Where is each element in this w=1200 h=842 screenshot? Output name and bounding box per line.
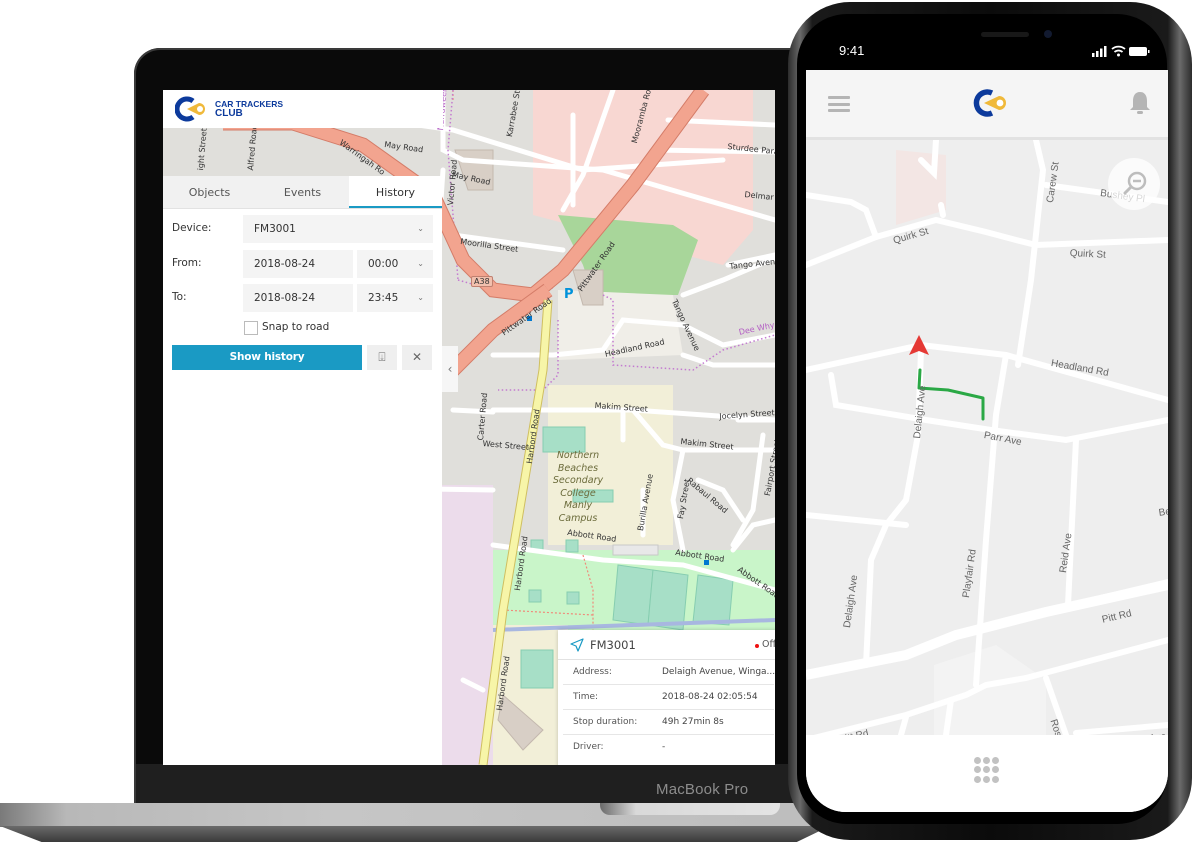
laptop-screen: A38 P Poplar Lane Warringah Ro May Road …: [163, 90, 775, 765]
info-value: -: [662, 742, 666, 752]
bell-icon[interactable]: [1128, 90, 1152, 116]
info-key: Driver:: [573, 742, 604, 752]
status-badge: Off: [762, 639, 775, 650]
app-header: CAR TRACKERS CLUB: [163, 90, 443, 128]
device-value: FM3001: [254, 223, 296, 235]
status-dot: [755, 644, 759, 648]
to-time-value: 23:45: [368, 292, 399, 304]
tab-history[interactable]: History: [349, 176, 442, 208]
to-time-select[interactable]: 23:45 ⌄: [357, 284, 433, 312]
from-row: From: 2018-08-24 00:00 ⌄: [163, 250, 442, 278]
tab-events[interactable]: Events: [256, 176, 349, 208]
info-row-driver: Driver: -: [563, 735, 774, 760]
info-key: Time:: [573, 692, 599, 702]
info-row-time: Time: 2018-08-24 02:05:54: [563, 685, 774, 710]
app-logo-icon: [973, 89, 1006, 117]
device-mockup: MacBook Pro A38 P Warringah Ro May Road …: [0, 0, 1200, 842]
map-label: Quirk St: [1069, 248, 1107, 261]
laptop-lid-notch: [600, 803, 780, 815]
brand-name: CAR TRACKERS CLUB: [215, 99, 283, 119]
chevron-down-icon: ⌄: [417, 293, 424, 302]
sports-field: [520, 649, 554, 689]
info-value: 49h 27min 8s: [662, 717, 724, 727]
route-badge: A38: [471, 276, 493, 287]
school-label-line: Northern: [556, 450, 600, 461]
sports-field: [542, 426, 586, 453]
info-card-title: FM3001: [590, 638, 636, 652]
collapse-panel-button[interactable]: ‹: [442, 346, 458, 392]
info-row-address: Address: Delaigh Avenue, Winga...: [563, 660, 775, 685]
grid-icon[interactable]: [974, 757, 1000, 783]
from-time-value: 00:00: [368, 258, 399, 270]
laptop-brand-label: MacBook Pro: [656, 781, 749, 798]
school-label-line: Beaches: [557, 462, 599, 474]
signal-icon: [1092, 46, 1107, 57]
info-value: 2018-08-24 02:05:54: [662, 692, 758, 702]
sports-field: [692, 574, 734, 626]
phone-speaker: [981, 32, 1029, 37]
building: [612, 544, 659, 556]
clear-button[interactable]: ✕: [402, 345, 432, 370]
close-icon: ✕: [411, 350, 423, 364]
to-date-input[interactable]: 2018-08-24: [243, 284, 353, 312]
download-button[interactable]: ⍗: [367, 345, 397, 370]
sports-field: [647, 569, 689, 631]
from-label: From:: [172, 257, 202, 269]
from-time-select[interactable]: 00:00 ⌄: [357, 250, 433, 278]
sports-field: [528, 589, 542, 603]
chevron-left-icon: ‹: [447, 362, 453, 376]
navigation-icon: [570, 638, 584, 652]
info-key: Address:: [573, 667, 612, 677]
school-label-line: Secondary: [552, 475, 604, 486]
phone-screen: Quirk St Quirk St Carew St Bushey Pl Hea…: [806, 70, 1168, 812]
info-value: Delaigh Avenue, Winga...: [662, 667, 775, 677]
phone: 9:41 Quirk St Quirk St Carew St Headland…: [780, 0, 1200, 842]
sports-field: [612, 564, 654, 626]
battery-icon: [1129, 47, 1150, 56]
hamburger-icon[interactable]: [828, 96, 850, 112]
info-key: Stop duration:: [573, 717, 638, 727]
info-row-stop-duration: Stop duration: 49h 27min 8s: [563, 710, 774, 735]
laptop-foot: [0, 826, 830, 842]
device-row: Device: FM3001 ⌄: [163, 215, 442, 243]
wifi-dot: [1117, 53, 1120, 57]
snap-to-road-label[interactable]: Snap to road: [262, 321, 329, 333]
brand-name-line2: CLUB: [215, 108, 243, 119]
chevron-down-icon: ⌄: [417, 259, 424, 268]
zoom-out-icon: [1123, 171, 1147, 195]
school-label-line: Manly Campus: [558, 500, 598, 524]
to-label: To:: [172, 291, 187, 303]
zoom-out-button[interactable]: [1108, 158, 1160, 210]
school-label: Northern Beaches Secondary College Manly…: [543, 450, 613, 525]
snap-to-road-checkbox[interactable]: [244, 321, 258, 335]
chevron-down-icon: ⌄: [417, 224, 424, 233]
tab-objects[interactable]: Objects: [163, 176, 256, 208]
sports-field: [565, 539, 579, 553]
history-panel: Objects Events History Device: FM3001 ⌄ …: [163, 176, 442, 765]
school-label-line: College: [560, 487, 596, 499]
status-bar-time: 9:41: [839, 43, 865, 58]
logo-icon: [174, 95, 209, 123]
mobile-map[interactable]: Quirk St Quirk St Carew St Bushey Pl Hea…: [806, 137, 1168, 755]
download-icon: ⍗: [378, 350, 386, 364]
sports-field: [566, 591, 580, 605]
device-label: Device:: [172, 222, 212, 234]
to-row: To: 2018-08-24 23:45 ⌄: [163, 284, 442, 312]
map-label: Be: [1158, 506, 1168, 519]
parking-icon: P: [564, 287, 574, 302]
device-info-card: FM3001 Off Address: Delaigh Avenue, Wing…: [558, 630, 775, 765]
from-date-input[interactable]: 2018-08-24: [243, 250, 353, 278]
mobile-app-header: [806, 70, 1168, 140]
brand-logo[interactable]: CAR TRACKERS CLUB: [174, 95, 283, 123]
info-card-header: FM3001 Off: [558, 630, 775, 660]
phone-camera: [1044, 30, 1052, 38]
show-history-button[interactable]: Show history: [172, 345, 362, 370]
status-bar-icons: [1092, 45, 1150, 57]
mobile-bottom-bar: [806, 735, 1168, 812]
wifi-icon: [1111, 45, 1126, 53]
device-select[interactable]: FM3001 ⌄: [243, 215, 433, 243]
panel-tabs: Objects Events History: [163, 176, 442, 209]
